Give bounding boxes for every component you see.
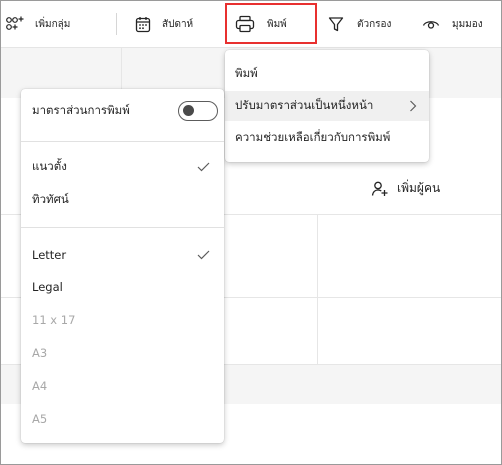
grid-column-divider bbox=[317, 215, 318, 364]
print-menu-item-print[interactable]: พิมพ์ bbox=[225, 59, 429, 89]
calendar-icon bbox=[135, 16, 151, 32]
print-scale-menu: มาตราส่วนการพิมพ์ แนวตั้ง ทิวทัศน์ Lette… bbox=[21, 89, 224, 443]
view-button[interactable]: มุมมอง bbox=[422, 1, 483, 47]
paper-size-option-legal[interactable]: Legal bbox=[21, 273, 224, 301]
filter-icon bbox=[328, 16, 344, 31]
add-person-icon bbox=[371, 181, 388, 196]
print-menu-item-label: พิมพ์ bbox=[235, 66, 258, 80]
paper-size-option-11x17: 11 x 17 bbox=[21, 306, 224, 334]
print-menu-item-fit-one-page[interactable]: ปรับมาตราส่วนเป็นหนึ่งหน้า bbox=[225, 91, 429, 121]
paper-size-label: 11 x 17 bbox=[32, 313, 76, 327]
app-window: เพิ่มผู้คน เพิ่มกลุ่ม สัปดาห์ พิมพ์ ตัวก… bbox=[0, 0, 502, 465]
paper-size-label: Legal bbox=[32, 280, 63, 294]
print-menu-item-label: ปรับมาตราส่วนเป็นหนึ่งหน้า bbox=[235, 98, 374, 112]
paper-size-label: A5 bbox=[32, 412, 48, 426]
print-menu: พิมพ์ ปรับมาตราส่วนเป็นหนึ่งหน้า ความช่ว… bbox=[225, 50, 429, 162]
paper-size-label: Letter bbox=[32, 248, 67, 262]
menu-divider bbox=[21, 141, 224, 142]
print-scale-row: มาตราส่วนการพิมพ์ bbox=[21, 97, 224, 125]
add-person-button[interactable]: เพิ่มผู้คน bbox=[371, 179, 440, 198]
eye-icon bbox=[422, 21, 440, 29]
checkmark-icon bbox=[197, 162, 210, 172]
paper-size-label: A3 bbox=[32, 346, 48, 360]
print-menu-item-label: ความช่วยเหลือเกี่ยวกับการพิมพ์ bbox=[235, 130, 391, 144]
print-scale-toggle[interactable] bbox=[178, 101, 218, 121]
orientation-option-landscape[interactable]: ทิวทัศน์ bbox=[21, 186, 224, 214]
toolbar-separator bbox=[116, 13, 117, 35]
paper-size-option-a4: A4 bbox=[21, 372, 224, 400]
filter-button[interactable]: ตัวกรอง bbox=[328, 1, 391, 47]
chevron-right-icon bbox=[410, 100, 417, 112]
print-scale-label: มาตราส่วนการพิมพ์ bbox=[32, 103, 130, 117]
print-menu-item-help[interactable]: ความช่วยเหลือเกี่ยวกับการพิมพ์ bbox=[225, 123, 429, 153]
paper-size-option-letter[interactable]: Letter bbox=[21, 241, 224, 269]
week-button[interactable]: สัปดาห์ bbox=[135, 1, 193, 47]
menu-divider bbox=[21, 227, 224, 228]
week-label: สัปดาห์ bbox=[162, 18, 194, 30]
orientation-option-portrait[interactable]: แนวตั้ง bbox=[21, 153, 224, 181]
paper-size-option-a3: A3 bbox=[21, 339, 224, 367]
view-label: มุมมอง bbox=[452, 18, 483, 30]
paper-size-option-a5: A5 bbox=[21, 405, 224, 433]
toolbar: เพิ่มกลุ่ม สัปดาห์ พิมพ์ ตัวกรอง มุมมอง bbox=[1, 1, 501, 48]
orientation-option-label: แนวตั้ง bbox=[32, 159, 67, 173]
add-person-label: เพิ่มผู้คน bbox=[397, 181, 441, 195]
add-group-label: เพิ่มกลุ่ม bbox=[35, 18, 71, 30]
add-group-icon bbox=[6, 16, 24, 30]
print-button-highlight bbox=[225, 3, 317, 44]
toggle-knob bbox=[183, 105, 194, 116]
add-group-button[interactable]: เพิ่มกลุ่ม bbox=[5, 1, 70, 47]
orientation-option-label: ทิวทัศน์ bbox=[32, 192, 69, 206]
paper-size-label: A4 bbox=[32, 379, 48, 393]
checkmark-icon bbox=[197, 250, 210, 260]
filter-label: ตัวกรอง bbox=[357, 18, 392, 30]
